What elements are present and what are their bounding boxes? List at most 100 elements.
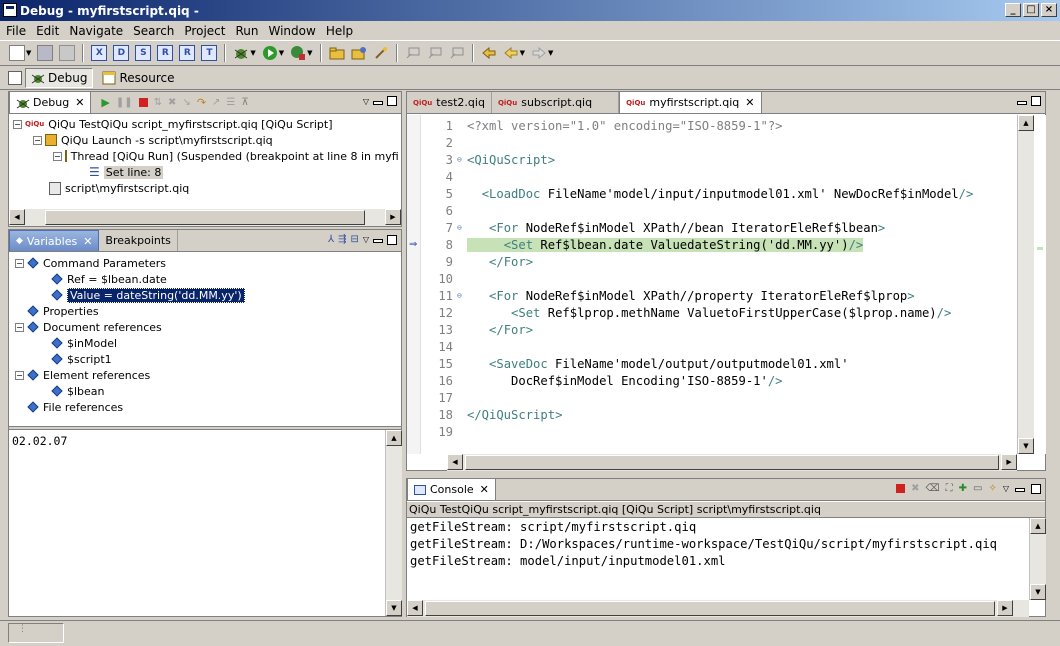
fold-toggle-icon[interactable]: ⊖ — [457, 291, 467, 300]
code-line[interactable]: 15 <SaveDoc FileName'model/output/output… — [421, 355, 1017, 372]
minimize-button[interactable]: _ — [1005, 3, 1021, 17]
code-line[interactable]: 4 — [421, 168, 1017, 185]
code-line[interactable]: 6 — [421, 202, 1017, 219]
remove-terminated-icon[interactable]: ✖ — [168, 97, 176, 108]
code-line[interactable]: 9 </For> — [421, 253, 1017, 270]
tree-row-launch[interactable]: − QiQu Launch -s script\myfirstscript.qi… — [33, 132, 273, 148]
clear-console-icon[interactable]: ⌫ — [925, 483, 939, 494]
editor-vscroll[interactable]: ▲ ▼ — [1017, 115, 1034, 454]
annotation-icon[interactable] — [449, 45, 465, 61]
back-icon[interactable] — [503, 45, 519, 61]
tab-breakpoints[interactable]: Breakpoints — [99, 230, 178, 251]
open-perspective-icon[interactable] — [8, 70, 22, 85]
print-icon[interactable] — [59, 45, 76, 61]
scroll-up-icon[interactable]: ▲ — [1030, 518, 1046, 534]
step-over-icon[interactable]: ↷ — [197, 96, 206, 109]
use-step-filters-icon[interactable]: ⊼ — [241, 97, 248, 108]
tab-debug[interactable]: Debug ✕ — [9, 91, 92, 113]
editor-hscroll[interactable]: ◀ ▶ — [447, 454, 1018, 471]
code-line[interactable]: 1 <?xml version="1.0" encoding="ISO-8859-… — [421, 117, 1017, 134]
maximize-view-icon[interactable] — [387, 96, 397, 106]
collapse-icon[interactable]: − — [15, 370, 24, 380]
resume-icon[interactable]: ▶ — [101, 96, 109, 109]
scroll-lock-icon[interactable]: ⛶ — [946, 483, 953, 494]
fast-view-bar[interactable] — [8, 623, 64, 643]
qiqu-d-icon[interactable]: D — [113, 45, 130, 61]
back-dropdown-icon[interactable]: ▼ — [520, 49, 525, 57]
menu-search[interactable]: Search — [133, 24, 174, 38]
code-line[interactable]: 13 </For> — [421, 321, 1017, 338]
qiqu-r2-icon[interactable]: R — [179, 45, 196, 61]
forward-icon[interactable] — [531, 45, 547, 61]
menu-window[interactable]: Window — [268, 24, 315, 38]
fold-toggle-icon[interactable]: ⊖ — [457, 223, 467, 232]
new-icon[interactable] — [9, 45, 25, 61]
console-vscroll[interactable]: ▲ ▼ — [1029, 518, 1046, 600]
run-icon[interactable] — [262, 45, 278, 61]
perspective-resource[interactable]: Resource — [97, 68, 179, 88]
terminate-icon[interactable] — [138, 98, 148, 107]
collapse-icon[interactable]: − — [13, 119, 22, 129]
menu-file[interactable]: File — [6, 24, 26, 38]
save-icon[interactable] — [37, 45, 54, 61]
run-dropdown-icon[interactable]: ▼ — [279, 49, 284, 57]
scroll-right-icon[interactable]: ▶ — [385, 209, 401, 225]
var-row-properties[interactable]: Properties — [27, 303, 99, 319]
code-line[interactable]: 5 <LoadDoc FileName'model/input/inputmod… — [421, 185, 1017, 202]
collapse-all-icon[interactable]: ⊟ — [350, 234, 358, 245]
open-type-icon[interactable] — [351, 45, 367, 61]
show-type-names-icon[interactable]: ⅄ — [328, 234, 334, 245]
maximize-button[interactable]: □ — [1023, 3, 1039, 17]
debug-bug-icon[interactable] — [233, 45, 249, 61]
terminate-icon[interactable] — [896, 484, 906, 493]
tree-row-thread[interactable]: − Thread [QiQu Run] (Suspended (breakpoi… — [53, 148, 399, 164]
minimize-view-icon[interactable] — [373, 239, 383, 243]
tree-row-launch-config[interactable]: − QiQu QiQu TestQiQu script_myfirstscrip… — [13, 116, 333, 132]
close-icon[interactable]: ✕ — [745, 96, 754, 109]
scroll-right-icon[interactable]: ▶ — [1001, 454, 1018, 470]
scroll-right-icon[interactable]: ▶ — [997, 600, 1013, 616]
maximize-view-icon[interactable] — [387, 234, 397, 245]
code-line[interactable]: 3 ⊖ <QiQuScript> — [421, 151, 1017, 168]
step-into-icon[interactable]: ↘ — [182, 97, 190, 108]
var-row-file-references[interactable]: File references — [27, 399, 123, 415]
open-folder-icon[interactable] — [329, 45, 345, 61]
collapse-icon[interactable]: − — [53, 151, 62, 161]
collapse-icon[interactable]: − — [15, 322, 24, 332]
debug-dropdown-icon[interactable]: ▼ — [250, 49, 255, 57]
scroll-left-icon[interactable]: ◀ — [407, 600, 423, 616]
menu-edit[interactable]: Edit — [36, 24, 59, 38]
code-line[interactable]: 2 — [421, 134, 1017, 151]
qiqu-x-icon[interactable]: X — [91, 45, 108, 61]
var-row-inmodel[interactable]: $inModel — [51, 335, 117, 351]
view-menu-icon[interactable]: ▽ — [1003, 484, 1009, 493]
scroll-down-icon[interactable]: ▼ — [1030, 584, 1046, 600]
pin-console-icon[interactable]: ✚ — [959, 483, 967, 494]
annotation-prev-icon[interactable] — [405, 45, 421, 61]
code-text[interactable]: 1 <?xml version="1.0" encoding="ISO-8859-… — [421, 115, 1017, 455]
var-row-document-references[interactable]: − Document references — [15, 319, 162, 335]
show-logical-icon[interactable]: ⇶ — [338, 234, 346, 245]
tab-variables[interactable]: ◆ Variables ✕ — [9, 230, 100, 251]
qiqu-r-icon[interactable]: R — [157, 45, 174, 61]
fold-toggle-icon[interactable]: ⊖ — [457, 155, 467, 164]
editor-tab-test2[interactable]: QiQu test2.qiq — [407, 92, 492, 113]
code-line[interactable]: 14 — [421, 338, 1017, 355]
perspective-debug[interactable]: Debug — [25, 67, 94, 88]
external-tools-dropdown-icon[interactable]: ▼ — [307, 49, 312, 57]
tab-console[interactable]: Console ✕ — [407, 478, 496, 500]
scroll-up-icon[interactable]: ▲ — [1018, 115, 1034, 131]
scroll-down-icon[interactable]: ▼ — [386, 600, 402, 616]
code-line[interactable]: 19 — [421, 423, 1017, 440]
console-hscroll[interactable]: ◀ ▶ — [407, 600, 1029, 617]
var-row-lbean[interactable]: $lbean — [51, 383, 105, 399]
menu-run[interactable]: Run — [235, 24, 258, 38]
code-line[interactable]: 18 </QiQuScript> — [421, 406, 1017, 423]
var-row-command-parameters[interactable]: − Command Parameters — [15, 255, 166, 271]
disconnect-icon[interactable]: ⇅ — [154, 97, 162, 108]
step-return-icon[interactable]: ↗ — [212, 97, 220, 108]
minimize-view-icon[interactable] — [1015, 488, 1025, 492]
editor-tab-subscript[interactable]: QiQu subscript.qiq — [492, 92, 620, 113]
var-row-value[interactable]: Value = dateString('dd.MM.yy') — [51, 287, 245, 303]
collapse-icon[interactable]: − — [33, 135, 42, 145]
